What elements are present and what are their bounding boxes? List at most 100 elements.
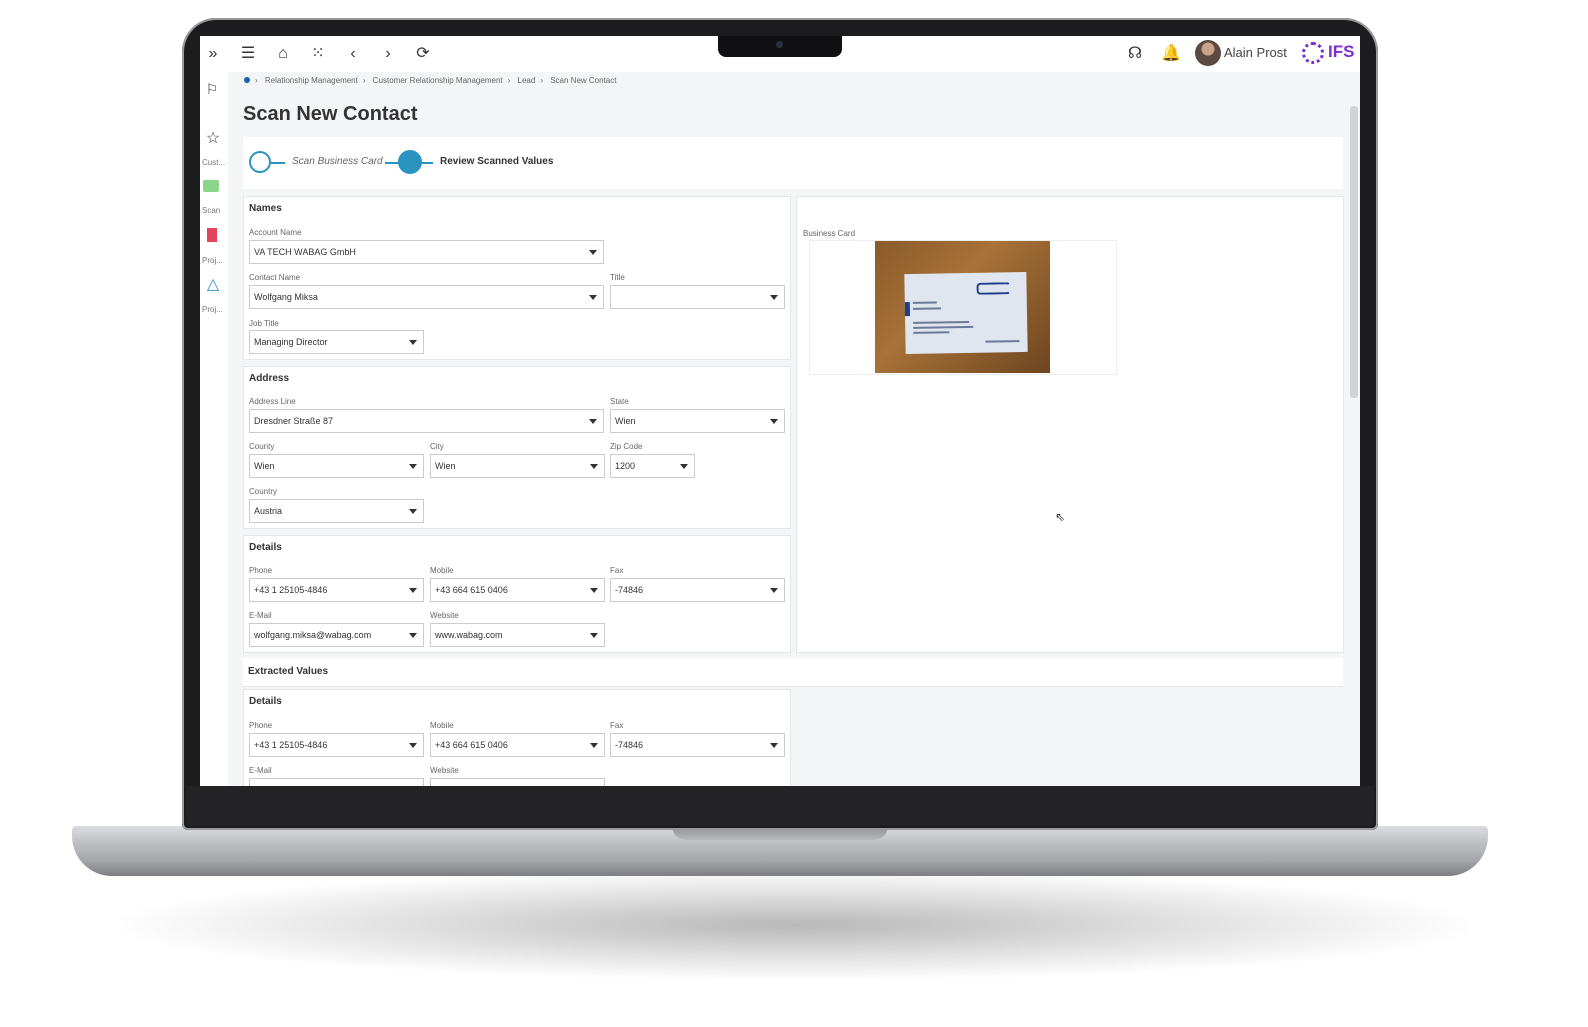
forward-icon[interactable]: › bbox=[379, 45, 397, 63]
card-text-line bbox=[913, 325, 974, 329]
expand-icon[interactable]: » bbox=[204, 45, 222, 63]
business-card-image[interactable] bbox=[875, 241, 1050, 373]
chevron-down-icon[interactable] bbox=[409, 509, 417, 514]
field-value: www.wabag.com bbox=[435, 630, 503, 640]
job-title-field[interactable]: Managing Director bbox=[249, 330, 424, 354]
field-value: -74846 bbox=[615, 740, 644, 750]
website-field[interactable]: www.wabag.com bbox=[430, 623, 605, 647]
step2-label[interactable]: Review Scanned Values bbox=[440, 156, 553, 167]
panel-title: Details bbox=[249, 696, 282, 707]
section-title: Extracted Values bbox=[248, 666, 329, 677]
country-field[interactable]: Austria bbox=[249, 499, 424, 523]
apps-grid-icon[interactable]: ⁙ bbox=[309, 45, 327, 63]
address-line-label: Address Line bbox=[249, 397, 296, 406]
country-label: Country bbox=[249, 487, 278, 496]
avatar[interactable] bbox=[1195, 40, 1221, 66]
county-field[interactable]: Wien bbox=[249, 454, 424, 478]
mobile-field[interactable]: +43 664 615 0406 bbox=[430, 578, 605, 602]
address-line-field[interactable]: Dresdner Straße 87 bbox=[249, 409, 604, 433]
chevron-down-icon[interactable] bbox=[409, 464, 417, 469]
account-name-field[interactable]: VA TECH WABAG GmbH bbox=[249, 240, 604, 264]
rail-item-label[interactable]: Proj... bbox=[202, 256, 223, 265]
chevron-down-icon[interactable] bbox=[770, 588, 778, 593]
field-value: -74846 bbox=[615, 585, 644, 595]
extracted-phone-field[interactable]: +43 1 25105-4846 bbox=[249, 733, 424, 757]
rail-item-label[interactable]: Proj... bbox=[202, 305, 223, 314]
chevron-down-icon[interactable] bbox=[409, 743, 417, 748]
mobile-label: Mobile bbox=[430, 721, 454, 730]
card-text-line bbox=[913, 331, 950, 334]
chevron-down-icon[interactable] bbox=[770, 743, 778, 748]
title-field[interactable] bbox=[610, 285, 785, 309]
field-value: Managing Director bbox=[254, 337, 328, 347]
bell-icon[interactable]: 🔔 bbox=[1161, 45, 1181, 63]
zip-code-field[interactable]: 1200 bbox=[610, 454, 695, 478]
rail-item-label[interactable]: Cust... bbox=[202, 158, 225, 167]
city-field[interactable]: Wien bbox=[430, 454, 605, 478]
camera-icon bbox=[776, 41, 783, 48]
field-value: +43 664 615 0406 bbox=[435, 585, 508, 595]
panel-title: Address bbox=[249, 373, 290, 384]
panel-title: Details bbox=[249, 542, 282, 553]
home-crumb-icon[interactable] bbox=[244, 77, 250, 83]
bookmark-icon[interactable]: ⚐ bbox=[203, 80, 221, 98]
step1-label[interactable]: Scan Business Card bbox=[292, 156, 383, 167]
field-value: VA TECH WABAG GmbH bbox=[254, 247, 356, 257]
card-graphic bbox=[904, 271, 1028, 355]
star-icon[interactable]: ☆ bbox=[204, 130, 222, 148]
left-rail: ⚐ ☆ Cust... Scan Proj... △ Proj... bbox=[200, 72, 228, 786]
chevron-down-icon[interactable] bbox=[409, 588, 417, 593]
project-bookmark-icon[interactable] bbox=[207, 228, 217, 242]
screen: » ☰ ⌂ ⁙ ‹ › ⟳ ☊ 🔔 Alain Prost IFS ⚐ ☆ Cu… bbox=[200, 36, 1360, 786]
rail-item-label[interactable]: Scan bbox=[202, 206, 220, 215]
chevron-down-icon[interactable] bbox=[590, 588, 598, 593]
business-card-frame bbox=[809, 240, 1117, 375]
fax-field[interactable]: -74846 bbox=[610, 578, 785, 602]
phone-field[interactable]: +43 1 25105-4846 bbox=[249, 578, 424, 602]
field-value: 1200 bbox=[615, 461, 636, 471]
chevron-down-icon[interactable] bbox=[770, 419, 778, 424]
chevron-down-icon[interactable] bbox=[590, 464, 598, 469]
ifs-logo-icon bbox=[1302, 42, 1324, 64]
chevron-down-icon[interactable] bbox=[590, 633, 598, 638]
state-field[interactable]: Wien bbox=[610, 409, 785, 433]
scan-card-icon[interactable] bbox=[203, 180, 219, 192]
extracted-email-field[interactable] bbox=[249, 778, 424, 786]
laptop-chin bbox=[186, 786, 1374, 826]
breadcrumb-item[interactable]: Customer Relationship Management bbox=[373, 76, 503, 85]
breadcrumb-item[interactable]: Relationship Management bbox=[265, 76, 358, 85]
vertical-scrollbar[interactable] bbox=[1350, 106, 1358, 398]
assistant-icon[interactable]: ☊ bbox=[1126, 45, 1144, 63]
email-field[interactable]: wolfgang.miksa@wabag.com bbox=[249, 623, 424, 647]
chevron-down-icon[interactable] bbox=[770, 295, 778, 300]
chevron-down-icon[interactable] bbox=[409, 340, 417, 345]
laptop-shadow bbox=[120, 870, 1470, 980]
chevron-down-icon[interactable] bbox=[590, 743, 598, 748]
account-name-label: Account Name bbox=[249, 228, 302, 237]
contact-name-field[interactable]: Wolfgang Miksa bbox=[249, 285, 604, 309]
user-name[interactable]: Alain Prost bbox=[1224, 45, 1287, 60]
home-icon[interactable]: ⌂ bbox=[274, 45, 292, 63]
field-value: Wien bbox=[435, 461, 456, 471]
details-panel: Details Phone +43 1 25105-4846 Mobile +4… bbox=[243, 535, 791, 653]
menu-icon[interactable]: ☰ bbox=[239, 45, 257, 63]
extracted-fax-field[interactable]: -74846 bbox=[610, 733, 785, 757]
chevron-down-icon[interactable] bbox=[589, 295, 597, 300]
extracted-website-field[interactable] bbox=[430, 778, 605, 786]
breadcrumb-item[interactable]: Lead bbox=[518, 76, 536, 85]
title-label: Title bbox=[610, 273, 625, 282]
step-connector bbox=[271, 162, 285, 164]
chevron-down-icon[interactable] bbox=[589, 419, 597, 424]
triangle-icon[interactable]: △ bbox=[204, 276, 222, 294]
extracted-mobile-field[interactable]: +43 664 615 0406 bbox=[430, 733, 605, 757]
step1-indicator[interactable] bbox=[249, 151, 271, 173]
fax-label: Fax bbox=[610, 721, 624, 730]
chevron-down-icon[interactable] bbox=[409, 633, 417, 638]
chevron-down-icon[interactable] bbox=[589, 250, 597, 255]
refresh-icon[interactable]: ⟳ bbox=[414, 45, 432, 63]
back-icon[interactable]: ‹ bbox=[344, 45, 362, 63]
field-value: Austria bbox=[254, 506, 283, 516]
ifs-logo-text: IFS bbox=[1328, 42, 1355, 61]
step2-indicator[interactable] bbox=[398, 150, 422, 174]
chevron-down-icon[interactable] bbox=[680, 464, 688, 469]
